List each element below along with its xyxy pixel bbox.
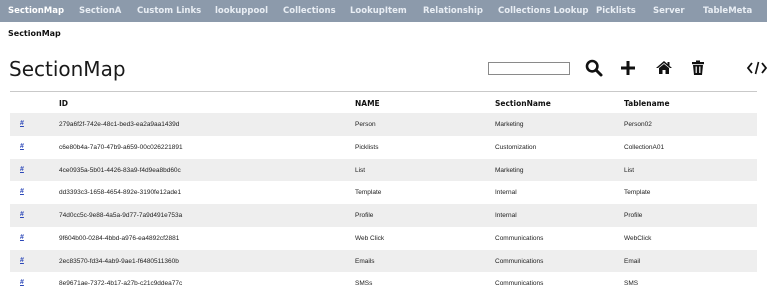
cell-name: Web Click [355, 234, 385, 242]
cell-sectionname: Communications [495, 234, 544, 242]
cell-tablename: CollectionA01 [624, 143, 665, 151]
cell-id: 2ec83570-fd34-4ab9-9ae1-f6480511360b [59, 257, 179, 265]
row-link[interactable]: # [20, 120, 24, 127]
cell-tablename: WebClick [624, 234, 652, 242]
nav-item-custom-links[interactable]: Custom Links [137, 6, 201, 16]
row-link[interactable]: # [20, 279, 24, 286]
nav-item-relationship[interactable]: Relationship [423, 6, 483, 16]
table-row: # 9f604b00-0284-4bbd-a976-ea4892cf2881 W… [10, 226, 757, 250]
table-row: # 2ec83570-fd34-4ab9-9ae1-f6480511360b E… [10, 249, 757, 273]
nav-item-server[interactable]: Server [653, 6, 685, 16]
search-input[interactable] [488, 62, 570, 75]
plus-icon[interactable] [618, 58, 638, 78]
row-link[interactable]: # [20, 211, 24, 218]
nav-item-sectiona[interactable]: SectionA [79, 6, 121, 16]
row-link[interactable]: # [20, 166, 24, 173]
column-header-tablename[interactable]: Tablename [624, 99, 670, 108]
cell-sectionname: Internal [495, 212, 517, 219]
table-body: # 279a6f2f-742e-48c1-bed3-ea2a9aa1439d P… [10, 113, 757, 295]
table-row: # c6e80b4a-7a70-47b9-a659-00c026221891 P… [10, 135, 757, 159]
nav-item-collections-lookup[interactable]: Collections Lookup [498, 6, 588, 16]
page-title: SectionMap [9, 57, 126, 81]
trash-icon[interactable] [688, 58, 708, 78]
table-row: # 8e9671ae-7372-4b17-a27b-c21c9ddea77c S… [10, 272, 757, 295]
cell-sectionname: Communications [495, 280, 544, 288]
table-row: # 74d0cc5c-9e88-4a5a-9d77-7a9d491e753a P… [10, 204, 757, 227]
table-row: # 279a6f2f-742e-48c1-bed3-ea2a9aa1439d P… [10, 113, 757, 136]
cell-sectionname: Internal [495, 189, 517, 197]
cell-tablename: Email [624, 257, 641, 265]
cell-tablename: Profile [624, 212, 643, 219]
column-header-id[interactable]: ID [59, 99, 68, 108]
row-link[interactable]: # [20, 143, 24, 150]
cell-name: Emails [355, 257, 375, 265]
cell-id: 9f604b00-0284-4bbd-a976-ea4892cf2881 [59, 234, 180, 242]
cell-tablename: Person02 [624, 121, 652, 128]
cell-name: Picklists [355, 143, 379, 151]
cell-tablename: List [624, 166, 635, 174]
column-header-sectionname[interactable]: SectionName [495, 99, 551, 108]
row-link[interactable]: # [20, 234, 24, 241]
cell-tablename: SMS [624, 280, 639, 288]
cell-tablename: Template [624, 189, 651, 197]
cell-sectionname: Marketing [495, 166, 524, 174]
cell-id: 4ce0935a-5b01-4426-83a9-f4d9ea8bd60c [59, 166, 181, 174]
cell-id: 8e9671ae-7372-4b17-a27b-c21c9ddea77c [59, 280, 183, 288]
nav-item-tablemeta[interactable]: TableMeta [703, 6, 752, 16]
table-row: # dd3393c3-1658-4654-892e-3190fe12ade1 T… [10, 181, 757, 204]
cell-id: 279a6f2f-742e-48c1-bed3-ea2a9aa1439d [59, 121, 180, 128]
data-table: ID NAME SectionName Tablename # 279a6f2f… [10, 91, 757, 295]
table-header: ID NAME SectionName Tablename [10, 91, 757, 113]
nav-item-lookuppool[interactable]: lookuppool [215, 6, 268, 16]
nav-item-picklists[interactable]: Picklists [596, 6, 636, 16]
nav-item-sectionmap[interactable]: SectionMap [8, 6, 64, 16]
row-link[interactable]: # [20, 257, 24, 264]
cell-id: c6e80b4a-7a70-47b9-a659-00c026221891 [59, 143, 183, 151]
cell-id: dd3393c3-1658-4654-892e-3190fe12ade1 [59, 189, 182, 197]
cell-sectionname: Marketing [495, 121, 524, 128]
home-icon[interactable] [654, 58, 674, 78]
cell-sectionname: Communications [495, 257, 544, 265]
search-icon[interactable] [584, 58, 604, 78]
cell-name: Profile [355, 212, 374, 219]
nav-item-collections[interactable]: Collections [283, 6, 336, 16]
cell-name: SMSs [355, 280, 373, 288]
top-nav: SectionMap SectionA Custom Links lookupp… [0, 0, 767, 22]
row-link[interactable]: # [20, 188, 24, 195]
cell-id: 74d0cc5c-9e88-4a5a-9d77-7a9d491e753a [59, 212, 183, 219]
table-row: # 4ce0935a-5b01-4426-83a9-f4d9ea8bd60c L… [10, 158, 757, 182]
cell-name: Template [355, 189, 382, 197]
column-header-name[interactable]: NAME [355, 99, 380, 108]
code-icon[interactable] [746, 58, 767, 78]
cell-sectionname: Customization [495, 143, 537, 151]
cell-name: Person [355, 121, 376, 128]
breadcrumb: SectionMap [8, 29, 61, 38]
nav-item-lookupitem[interactable]: LookupItem [350, 6, 407, 16]
cell-name: List [355, 166, 366, 174]
